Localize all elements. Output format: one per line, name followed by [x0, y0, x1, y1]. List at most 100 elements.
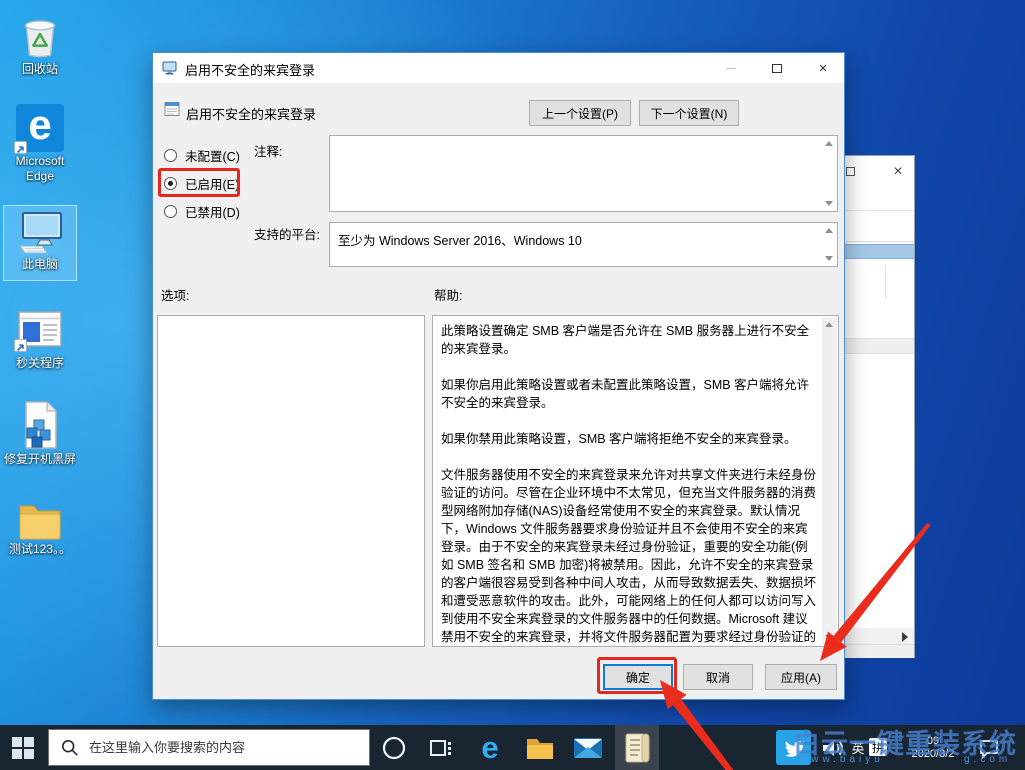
clock-time: 09	[927, 735, 939, 748]
background-window-group-policy-editor: ×	[843, 155, 915, 658]
tray-volume-button[interactable]	[818, 725, 846, 770]
radio-selected-icon[interactable]	[164, 177, 177, 190]
scroll-up-icon[interactable]	[825, 322, 833, 327]
policy-setting-icon	[164, 101, 181, 118]
action-center-button[interactable]	[972, 725, 1006, 770]
dialog-titlebar[interactable]: 启用不安全的来宾登录 ×	[153, 53, 844, 83]
desktop-icon-folder[interactable]: 测试123。。	[2, 500, 78, 557]
help-paragraph: 如果你禁用此策略设置，SMB 客户端将拒绝不安全的来宾登录。	[441, 430, 818, 448]
taskbar-edge-button[interactable]: e	[468, 725, 512, 770]
apply-button[interactable]: 应用(A)	[765, 664, 837, 690]
desktop: 回收站 e Microsoft Edge 此电脑	[0, 0, 1025, 770]
group-policy-editor-button[interactable]	[615, 725, 659, 770]
radio-not-configured[interactable]: 未配置(C)	[164, 147, 240, 164]
tray-input-language[interactable]: 英	[848, 725, 868, 770]
desktop-icon-app-shortcut[interactable]: 秒关程序	[2, 308, 78, 371]
restore-icon[interactable]	[846, 167, 855, 176]
supported-on-label: 支持的平台:	[254, 224, 320, 243]
clock-date: 2020/3/2	[912, 748, 955, 761]
scroll-down-icon[interactable]	[825, 256, 833, 261]
scroll-up-icon[interactable]	[825, 228, 833, 233]
cortana-icon	[381, 735, 407, 761]
desktop-icon-label: 修复开机黑屏	[2, 452, 78, 467]
scroll-up-icon[interactable]	[825, 141, 833, 146]
desktop-icon-this-pc[interactable]: 此电脑	[2, 205, 78, 283]
dialog-icon	[162, 60, 178, 76]
edge-icon: e	[481, 732, 498, 763]
bgwin-horizontal-scrollbar[interactable]	[844, 628, 914, 644]
taskbar-search-box[interactable]	[48, 729, 370, 766]
tray-clock[interactable]: 09 2020/3/2	[898, 725, 968, 770]
minimize-button[interactable]	[708, 53, 754, 83]
minimize-icon	[726, 68, 736, 69]
radio-label: 未配置(C)	[185, 146, 240, 165]
help-label: 帮助:	[434, 285, 462, 304]
task-view-button[interactable]	[420, 725, 462, 770]
options-label: 选项:	[161, 285, 189, 304]
bgwin-statusbar	[844, 644, 914, 658]
volume-icon	[820, 736, 844, 760]
radio-label: 已禁用(D)	[185, 202, 240, 221]
radio-disabled[interactable]: 已禁用(D)	[164, 203, 240, 220]
tray-twitter-button[interactable]	[776, 730, 811, 765]
bgwin-menubar	[844, 188, 914, 211]
recycle-bin-icon	[17, 12, 63, 60]
cortana-button[interactable]	[374, 725, 414, 770]
help-text: 此策略设置确定 SMB 客户端是否允许在 SMB 服务器上进行不安全的来宾登录。…	[434, 317, 821, 645]
maximize-icon	[772, 64, 782, 73]
help-scrollbar[interactable]	[822, 317, 837, 645]
taskbar: e	[0, 725, 1025, 770]
file-explorer-button[interactable]	[518, 725, 562, 770]
bgwin-column-divider	[885, 266, 886, 298]
search-input[interactable]	[89, 740, 369, 755]
next-setting-button[interactable]: 下一个设置(N)	[639, 100, 739, 126]
close-icon: ×	[819, 61, 828, 76]
scroll-right-icon[interactable]	[902, 632, 908, 642]
scroll-down-icon[interactable]	[825, 635, 833, 640]
scroll-down-icon[interactable]	[825, 201, 833, 206]
desktop-icon-label: Microsoft Edge	[2, 154, 78, 184]
desktop-icon-label: 此电脑	[2, 257, 78, 272]
close-button[interactable]: ×	[800, 53, 846, 83]
registry-file-icon	[18, 400, 62, 450]
help-paragraph: 如果你启用此策略设置或者未配置此策略设置，SMB 客户端将允许不安全的来宾登录。	[441, 376, 818, 412]
radio-enabled[interactable]: 已启用(E)	[164, 175, 239, 192]
previous-setting-button[interactable]: 上一个设置(P)	[529, 100, 631, 126]
ok-button[interactable]: 确定	[603, 664, 673, 690]
this-pc-icon	[16, 209, 64, 255]
dialog-title: 启用不安全的来宾登录	[185, 60, 315, 79]
desktop-icon-recycle-bin[interactable]: 回收站	[2, 12, 78, 77]
cancel-button[interactable]: 取消	[683, 664, 753, 690]
app-window-icon	[16, 308, 64, 354]
shortcut-arrow-icon	[14, 339, 27, 352]
comment-label: 注释:	[254, 141, 282, 160]
radio-icon[interactable]	[164, 149, 177, 162]
file-explorer-icon	[525, 735, 555, 761]
policy-dialog: 启用不安全的来宾登录 × 启用不安全的来宾登录 上一个设置(P) 下一个设置(N…	[152, 52, 845, 700]
bgwin-group-band	[844, 338, 914, 354]
tray-ime-mode[interactable]: 拼	[869, 738, 887, 756]
bgwin-toolbar	[844, 211, 914, 242]
start-button[interactable]	[0, 725, 46, 770]
desktop-icon-label: 回收站	[2, 62, 78, 77]
radio-icon[interactable]	[164, 205, 177, 218]
mail-icon	[573, 736, 603, 760]
options-pane	[157, 315, 425, 647]
maximize-button[interactable]	[754, 53, 800, 83]
mail-button[interactable]	[566, 725, 610, 770]
desktop-icon-microsoft-edge[interactable]: e Microsoft Edge	[2, 104, 78, 184]
close-icon[interactable]: ×	[885, 160, 911, 184]
help-paragraph: 文件服务器使用不安全的来宾登录来允许对共享文件夹进行未经身份验证的访问。尽管在企…	[441, 466, 818, 645]
search-icon	[61, 739, 79, 757]
action-center-icon	[978, 737, 1000, 759]
bgwin-selected-column-header[interactable]	[844, 244, 914, 259]
desktop-icon-label: 秒关程序	[2, 356, 78, 371]
desktop-icon-registry-file[interactable]: 修复开机黑屏	[2, 400, 78, 467]
shortcut-arrow-icon	[14, 141, 27, 154]
supported-on-value: 至少为 Windows Server 2016、Windows 10	[338, 230, 582, 249]
comment-textbox[interactable]	[329, 135, 838, 212]
supported-on-textbox[interactable]: 至少为 Windows Server 2016、Windows 10	[329, 222, 838, 267]
folder-icon	[17, 500, 63, 540]
edge-icon: e	[16, 104, 64, 152]
help-paragraph: 此策略设置确定 SMB 客户端是否允许在 SMB 服务器上进行不安全的来宾登录。	[441, 322, 818, 358]
